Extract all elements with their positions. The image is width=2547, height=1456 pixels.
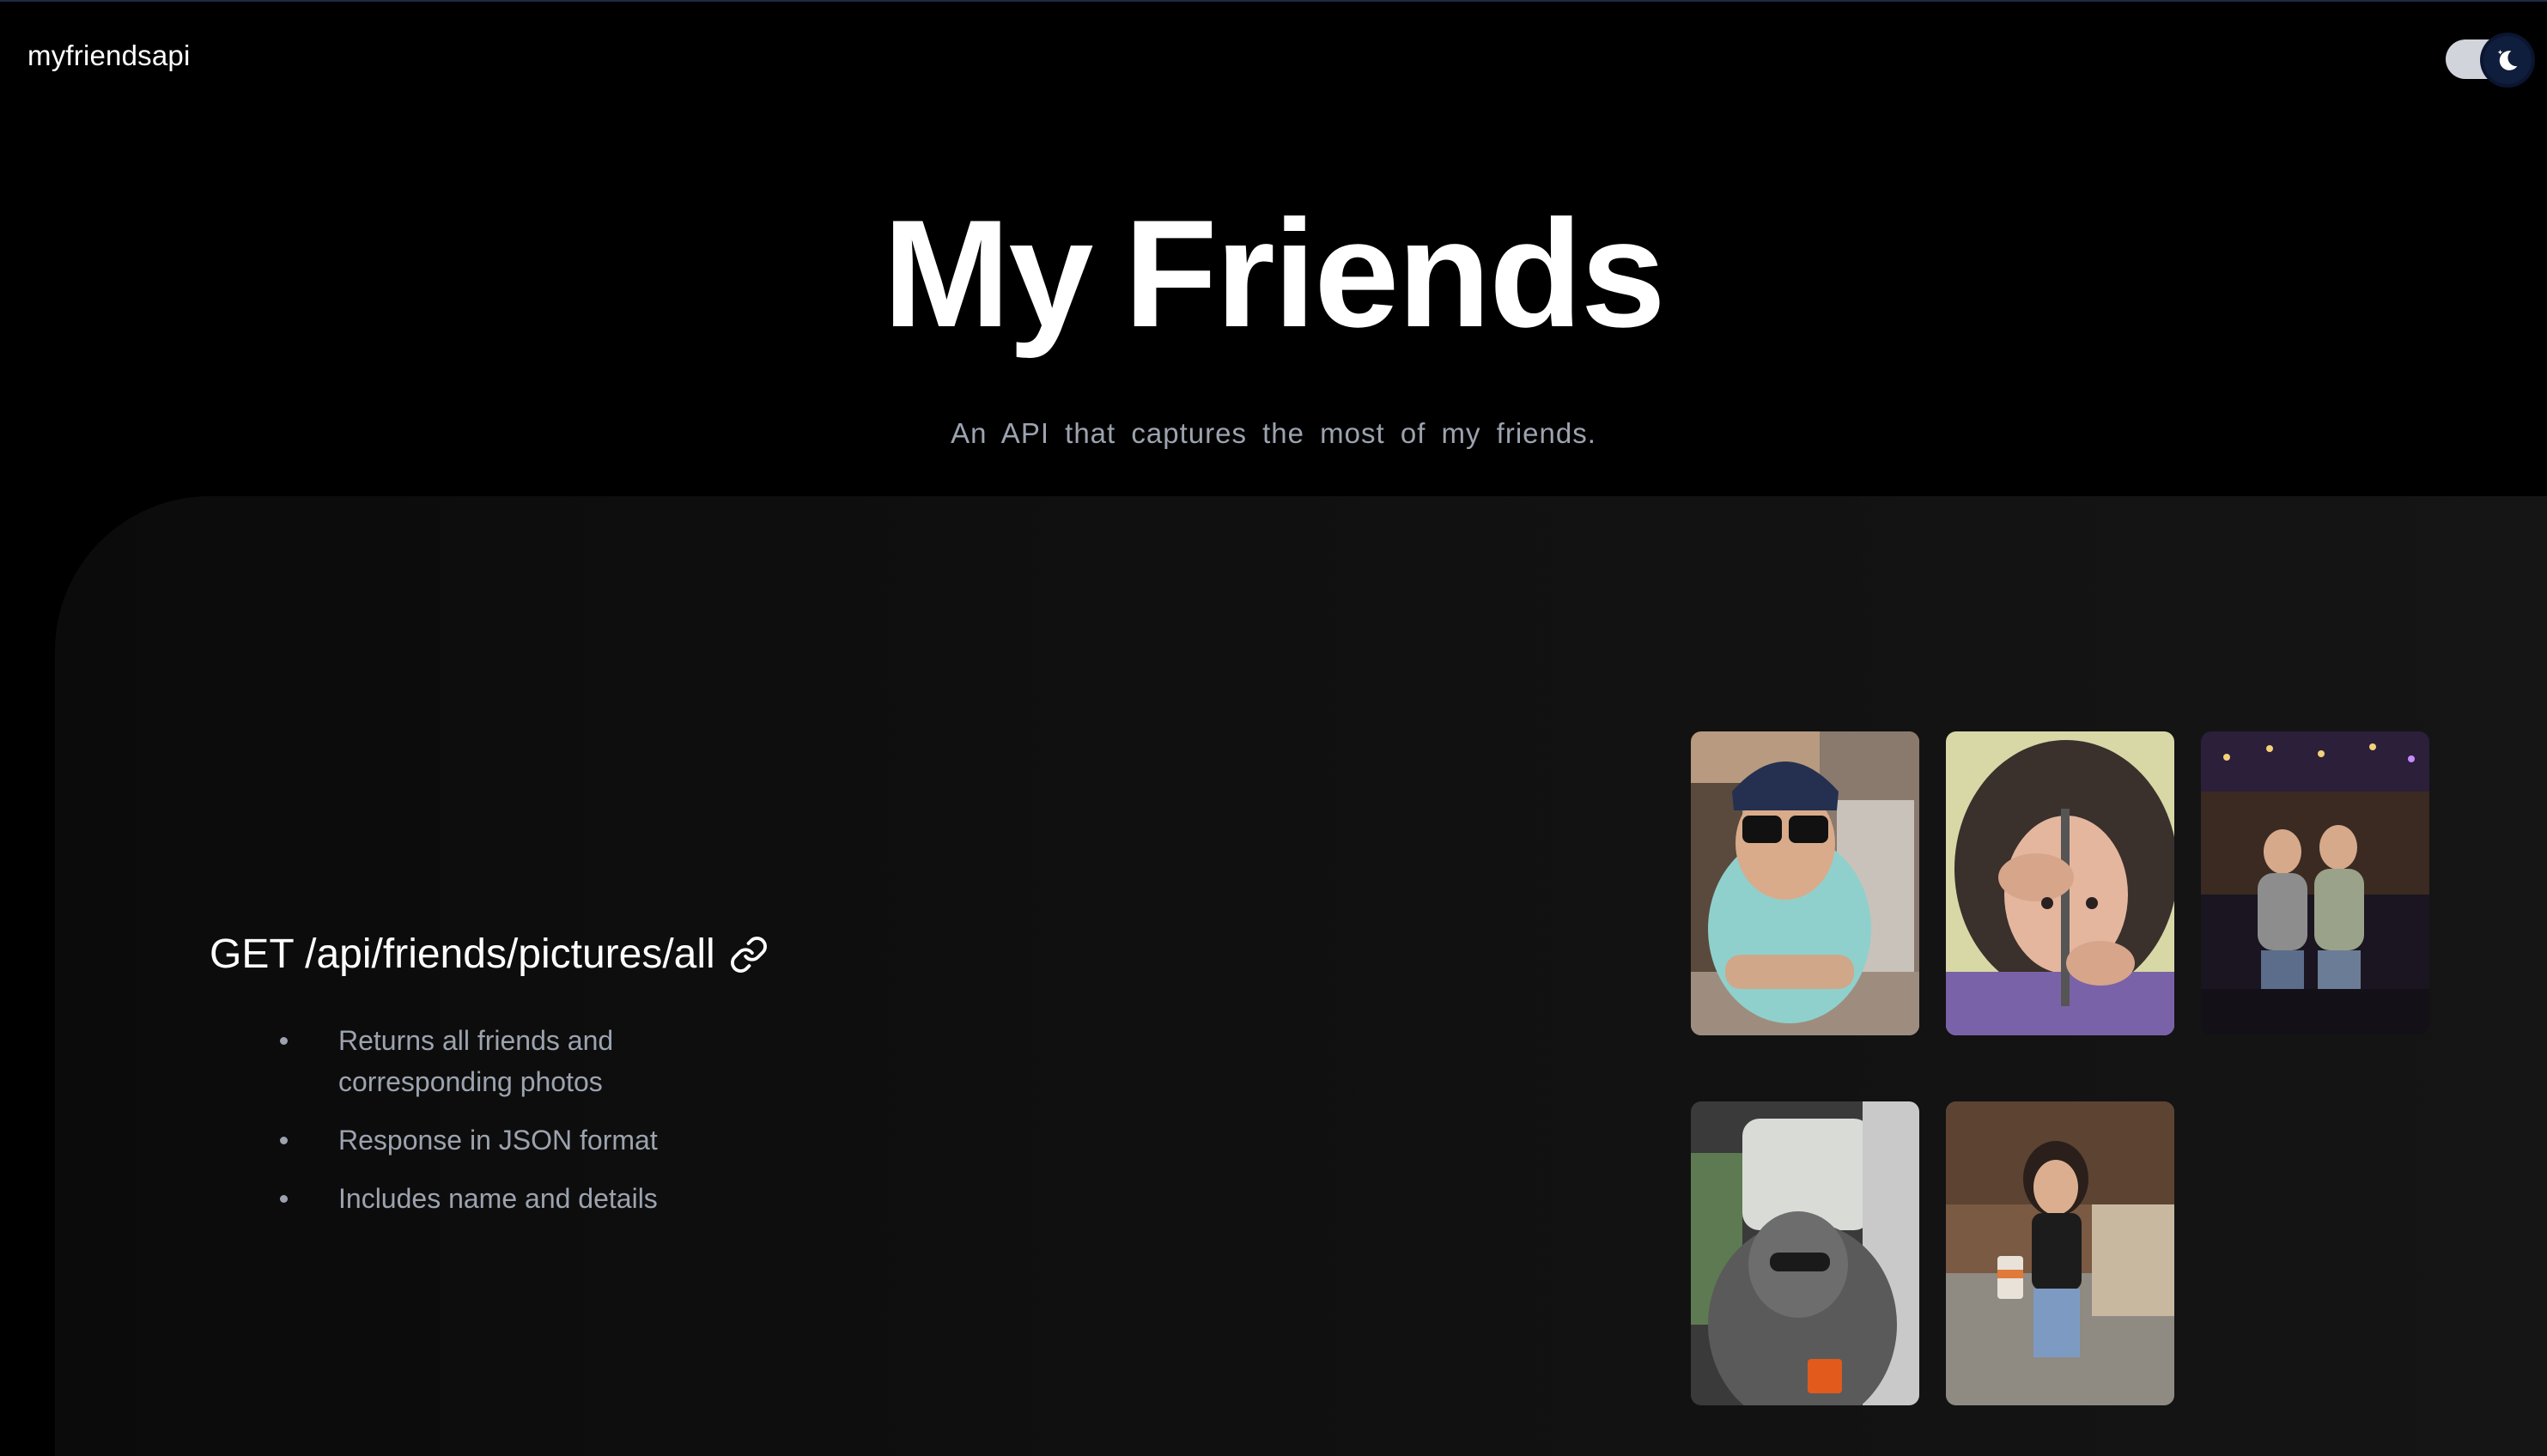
list-item: Returns all friends and corresponding ph… [280, 1020, 726, 1102]
endpoint-heading: GET /api/friends/pictures/all [210, 931, 769, 978]
friend-photo-5[interactable] [1946, 1101, 2174, 1405]
toggle-knob [2483, 36, 2532, 84]
list-item: Includes name and details [280, 1178, 726, 1219]
page-subtitle: An API that captures the most of my frie… [951, 417, 1596, 449]
list-item: Response in JSON format [280, 1119, 726, 1161]
bullet [280, 1195, 288, 1203]
friend-photo-4[interactable] [1691, 1101, 1919, 1405]
theme-toggle[interactable] [2446, 36, 2532, 84]
friend-photo-2[interactable] [1946, 731, 2174, 1035]
endpoint-feature-list: Returns all friends and corresponding ph… [280, 1020, 726, 1236]
endpoint-label: GET /api/friends/pictures/all [210, 931, 715, 977]
friend-photo-3[interactable] [2201, 731, 2429, 1035]
bullet [280, 1037, 288, 1045]
link-icon[interactable] [729, 935, 769, 974]
moon-icon [2497, 49, 2518, 70]
bullet [280, 1137, 288, 1144]
page-title: My Friends [883, 188, 1666, 359]
friend-photo-1[interactable] [1691, 731, 1919, 1035]
brand-logo[interactable]: myfriendsapi [27, 39, 190, 72]
